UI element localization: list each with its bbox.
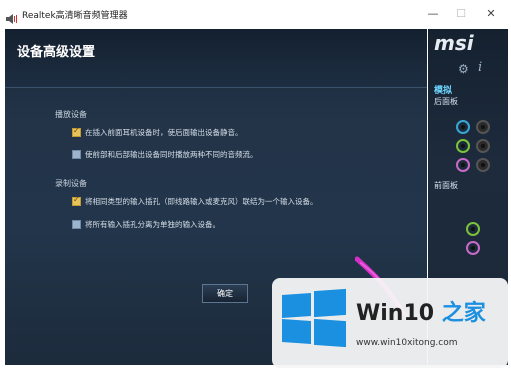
analog-label: 模拟 [434, 86, 453, 96]
checkbox-checked[interactable]: ✓ [72, 126, 81, 137]
rear-mic-jack-icon[interactable] [456, 158, 470, 172]
info-icon[interactable]: i [478, 60, 482, 75]
front-mic-jack-icon[interactable] [466, 241, 480, 255]
close-button[interactable]: ✕ [481, 6, 501, 22]
front-panel-label: 前面板 [434, 181, 458, 190]
rear-line-out-jack-icon[interactable] [456, 139, 470, 153]
playback-section-label: 播放设备 [55, 110, 87, 119]
brand-text: Win10 [356, 301, 435, 326]
checkbox-unchecked[interactable] [72, 150, 81, 159]
realtek-audio-manager-window: Realtek高清晰音频管理器 — ☐ ✕ 设备高级设置 播放设备 ✓ 在插入前… [0, 0, 511, 371]
checkmark-icon: ✓ [73, 126, 80, 135]
rear-panel-label: 后面板 [434, 97, 458, 106]
option-label: 将相同类型的输入插孔（即线路输入或麦克风）联结为一个输入设备。 [85, 197, 318, 206]
ok-button[interactable]: 确定 [202, 284, 248, 303]
brand-text-zh: 之家 [441, 301, 486, 326]
option-label: 在插入前面耳机设备时，使后面输出设备静音。 [85, 128, 243, 137]
watermark-url: www.win10xitong.com [356, 338, 458, 348]
checkbox-checked[interactable]: ✓ [72, 195, 81, 206]
panel-header: 设备高级设置 [5, 29, 427, 88]
window-title: Realtek高清晰音频管理器 [22, 11, 128, 21]
title-bar: Realtek高清晰音频管理器 — ☐ ✕ [0, 0, 511, 28]
gear-icon[interactable]: ⚙ [458, 62, 469, 76]
speaker-app-icon [6, 9, 18, 24]
rear-jack-icon[interactable] [476, 139, 490, 153]
front-headphone-jack-icon[interactable] [466, 222, 480, 236]
maximize-button[interactable]: ☐ [451, 6, 471, 22]
rear-jack-icon[interactable] [476, 158, 490, 172]
option-label: 使前部和后部输出设备同时播放两种不同的音频流。 [85, 150, 258, 159]
rear-line-in-jack-icon[interactable] [456, 120, 470, 134]
checkmark-icon: ✓ [73, 195, 80, 204]
recording-section-label: 录制设备 [55, 179, 87, 188]
option-label: 将所有输入插孔分离为单独的输入设备。 [85, 220, 220, 229]
page-title: 设备高级设置 [17, 45, 96, 60]
watermark-brand: Win10 之家 [356, 295, 486, 327]
rear-jack-icon[interactable] [476, 120, 490, 134]
windows-logo-icon [282, 288, 346, 348]
minimize-button[interactable]: — [423, 6, 443, 22]
win10-watermark: Win10 之家 www.win10xitong.com [272, 278, 508, 368]
checkbox-unchecked[interactable] [72, 220, 81, 229]
msi-logo: msi [434, 31, 474, 55]
